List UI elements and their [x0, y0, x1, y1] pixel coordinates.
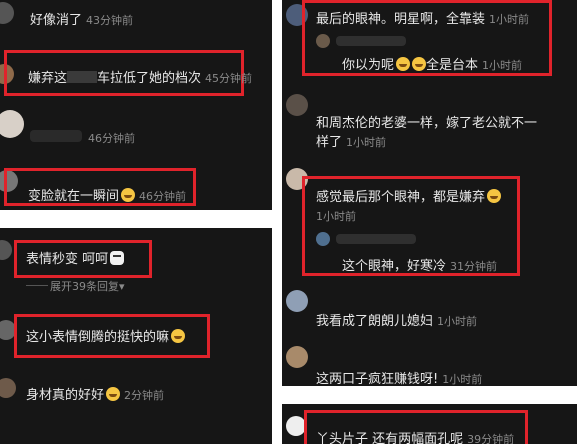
avatar[interactable] — [286, 290, 308, 312]
comment-text: 我看成了朗朗儿媳妇 — [316, 314, 434, 329]
reply-item[interactable]: 这个眼神，好寒冷 31分钟前 — [342, 255, 497, 274]
comment-text: 好像消了 — [30, 13, 83, 28]
comment-time: 1小时前 — [437, 315, 478, 328]
comment-time: 1小时前 — [442, 373, 483, 386]
blurred-username — [67, 71, 98, 83]
cat-emoji-icon — [110, 251, 125, 265]
blurred-text — [30, 130, 82, 142]
comment-time: 2分钟前 — [124, 389, 165, 402]
comment-time: 31分钟前 — [450, 260, 498, 273]
avatar[interactable] — [286, 346, 308, 368]
expand-replies-label: 展开39条回复 — [50, 280, 119, 293]
comment-time: 46分钟前 — [88, 132, 135, 145]
comment-panel-1: 好像消了 43分钟前 嫌弃这 车拉低了她的档次 45分钟前 46分钟前 变脸就在一瞬间… — [0, 0, 272, 210]
comment-time: 1小时前 — [346, 136, 387, 149]
comment-text: 样了 — [316, 135, 343, 150]
comment-text: 变脸就在一瞬间 — [28, 189, 120, 204]
smile-emoji-icon — [106, 387, 121, 401]
comment-item-cont: 样了 1小时前 — [316, 131, 386, 150]
avatar[interactable] — [0, 2, 14, 24]
reply-text: 全是台本 — [426, 58, 479, 73]
reply-text: 这个眼神，好寒冷 — [342, 259, 447, 274]
comment-item[interactable]: 和周杰伦的老婆一样，嫁了老公就不一 — [316, 112, 537, 131]
blurred-username — [336, 234, 416, 244]
comment-item[interactable]: 身材真的好好 2分钟前 — [26, 384, 164, 403]
comment-text: 车拉低了她的档次 — [97, 71, 202, 86]
comment-time: 46分钟前 — [139, 190, 187, 203]
laugh-emoji-icon — [412, 57, 427, 71]
laugh-emoji-icon — [121, 188, 136, 202]
comment-text: 表情秒变 呵呵 — [26, 252, 109, 267]
comment-item[interactable]: 这两口子疯狂赚钱呀! 1小时前 — [316, 368, 482, 386]
comment-item[interactable]: 表情秒变 呵呵 — [26, 248, 125, 267]
comment-text: 身材真的好好 — [26, 388, 105, 403]
expand-replies-link[interactable]: 展开39条回复▾ — [50, 278, 125, 294]
comment-text: 最后的眼神。明星啊，全靠装 — [316, 12, 486, 27]
comment-text: 感觉最后那个眼神，都是嫌弃 — [316, 190, 486, 205]
comment-text: 这小表情倒腾的挺快的嘛 — [26, 330, 170, 345]
avatar[interactable] — [286, 416, 306, 436]
avatar[interactable] — [0, 378, 16, 398]
comment-panel-2: 表情秒变 呵呵 展开39条回复▾ 这小表情倒腾的挺快的嘛 身材真的好好 2分钟前 — [0, 228, 272, 444]
comment-item[interactable]: 嫌弃这 车拉低了她的档次 45分钟前 — [28, 67, 252, 86]
comment-time: 39分钟前 — [467, 433, 515, 444]
comment-time: 1小时前 — [316, 210, 356, 223]
comment-text: 这两口子疯狂赚钱呀! — [316, 372, 439, 386]
avatar[interactable] — [0, 240, 12, 260]
comment-text: 和周杰伦的老婆一样，嫁了老公就不一 — [316, 116, 538, 131]
blurred-username — [336, 36, 406, 46]
comment-panel-3: 最后的眼神。明星啊，全靠装 1小时前 你以为呢 全是台本 1小时前 和周杰伦的老婆一样… — [282, 0, 577, 386]
comment-item[interactable]: 好像消了 43分钟前 — [30, 9, 133, 28]
comment-time: 1小时前 — [482, 59, 523, 72]
comment-item[interactable]: 我看成了朗朗儿媳妇 1小时前 — [316, 310, 477, 329]
comment-time: 1小时前 — [489, 13, 530, 26]
chevron-down-icon: ▾ — [119, 280, 125, 293]
comment-item[interactable]: 这小表情倒腾的挺快的嘛 — [26, 326, 186, 345]
comment-text: 嫌弃这 — [28, 71, 68, 86]
squint-emoji-icon — [487, 189, 502, 203]
comment-panel-4: 丫头片子 还有两幅面孔呢 39分钟前 — [282, 404, 577, 444]
reply-text: 你以为呢 — [342, 58, 395, 73]
avatar[interactable] — [286, 94, 308, 116]
laugh-emoji-icon — [396, 57, 411, 71]
avatar[interactable] — [316, 34, 330, 48]
comment-text: 丫头片子 还有两幅面孔呢 — [316, 432, 464, 444]
avatar[interactable] — [0, 110, 24, 138]
avatar[interactable] — [316, 232, 330, 246]
reply-item[interactable]: 你以为呢 全是台本 1小时前 — [342, 54, 522, 73]
comment-item[interactable]: 变脸就在一瞬间 46分钟前 — [28, 185, 186, 204]
comment-time: 43分钟前 — [86, 14, 134, 27]
comment-item[interactable]: 感觉最后那个眼神，都是嫌弃 — [316, 186, 502, 205]
comment-time: 45分钟前 — [205, 72, 253, 85]
reply-divider — [26, 285, 48, 286]
comment-item[interactable]: 最后的眼神。明星啊，全靠装 1小时前 — [316, 8, 529, 27]
laugh-emoji-icon — [171, 329, 186, 343]
comment-item[interactable]: 丫头片子 还有两幅面孔呢 39分钟前 — [316, 428, 514, 444]
